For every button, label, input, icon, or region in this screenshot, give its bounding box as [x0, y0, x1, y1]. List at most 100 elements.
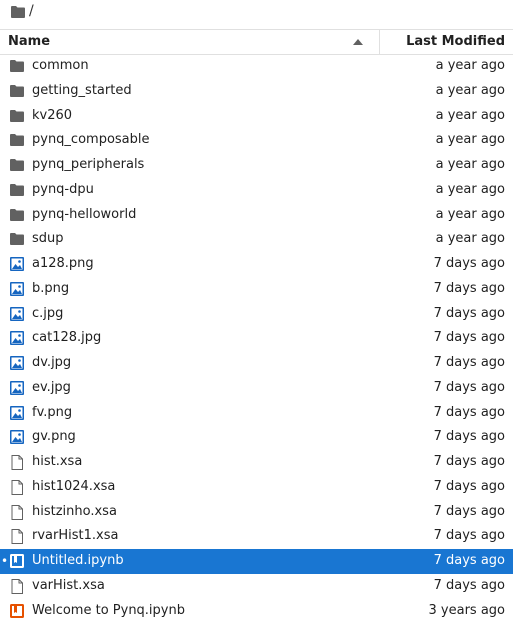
file-name[interactable]: varHist.xsa: [32, 578, 105, 593]
file-name[interactable]: getting_started: [32, 83, 132, 98]
file-row[interactable]: Welcome to Pynq.ipynb 3 years ago: [0, 599, 513, 623]
file-icon: [10, 529, 24, 543]
image-icon: [10, 282, 24, 296]
file-name[interactable]: dv.jpg: [32, 355, 71, 370]
file-modified: a year ago: [436, 132, 505, 147]
image-icon: [10, 331, 24, 345]
file-row[interactable]: fv.png 7 days ago: [0, 401, 513, 426]
file-name[interactable]: cat128.jpg: [32, 330, 101, 345]
file-row[interactable]: a128.png 7 days ago: [0, 252, 513, 277]
file-row[interactable]: sdup a year ago: [0, 227, 513, 252]
breadcrumb-separator[interactable]: /: [29, 3, 34, 19]
file-row[interactable]: ev.jpg 7 days ago: [0, 376, 513, 401]
file-icon: [10, 579, 24, 593]
file-modified: a year ago: [436, 83, 505, 98]
file-row[interactable]: pynq_composable a year ago: [0, 128, 513, 153]
file-modified: a year ago: [436, 157, 505, 172]
pynq-notebook-icon: [10, 604, 24, 618]
file-row[interactable]: common a year ago: [0, 54, 513, 79]
file-icon: [10, 455, 24, 469]
file-icon: [10, 480, 24, 494]
file-name[interactable]: ev.jpg: [32, 380, 71, 395]
folder-icon: [10, 84, 24, 98]
file-row[interactable]: hist1024.xsa 7 days ago: [0, 475, 513, 500]
file-modified: a year ago: [436, 207, 505, 222]
folder-icon: [10, 59, 24, 73]
file-row[interactable]: pynq-dpu a year ago: [0, 178, 513, 203]
file-name[interactable]: histzinho.xsa: [32, 504, 117, 519]
file-name[interactable]: pynq_composable: [32, 132, 150, 147]
folder-icon: [10, 208, 24, 222]
file-row[interactable]: • Untitled.ipynb 7 days ago: [0, 549, 513, 574]
file-name[interactable]: pynq-dpu: [32, 182, 94, 197]
file-row[interactable]: c.jpg 7 days ago: [0, 302, 513, 327]
file-modified: 7 days ago: [434, 306, 505, 321]
running-indicator-icon: •: [1, 554, 8, 568]
file-modified: 7 days ago: [434, 479, 505, 494]
folder-icon[interactable]: [11, 4, 25, 20]
image-icon: [10, 381, 24, 395]
folder-icon: [10, 183, 24, 197]
file-modified: 7 days ago: [434, 355, 505, 370]
file-name[interactable]: rvarHist1.xsa: [32, 528, 118, 543]
file-name[interactable]: sdup: [32, 231, 64, 246]
folder-icon: [10, 133, 24, 147]
notebook-icon: [10, 554, 24, 568]
file-modified: a year ago: [436, 231, 505, 246]
file-name[interactable]: Welcome to Pynq.ipynb: [32, 603, 185, 618]
file-modified: 3 years ago: [429, 603, 505, 618]
file-row[interactable]: b.png 7 days ago: [0, 277, 513, 302]
file-name[interactable]: Untitled.ipynb: [32, 553, 124, 568]
name-column-header[interactable]: Name: [0, 30, 380, 54]
file-row[interactable]: hist.xsa 7 days ago: [0, 450, 513, 475]
file-name[interactable]: b.png: [32, 281, 69, 296]
file-name[interactable]: pynq_peripherals: [32, 157, 144, 172]
last-modified-column-header[interactable]: Last Modified: [406, 34, 505, 49]
file-modified: 7 days ago: [434, 553, 505, 568]
file-modified: 7 days ago: [434, 578, 505, 593]
file-row[interactable]: cat128.jpg 7 days ago: [0, 326, 513, 351]
file-modified: 7 days ago: [434, 454, 505, 469]
image-icon: [10, 257, 24, 271]
file-modified: 7 days ago: [434, 330, 505, 345]
name-column-label: Name: [8, 34, 50, 49]
file-modified: 7 days ago: [434, 429, 505, 444]
file-row[interactable]: pynq-helloworld a year ago: [0, 203, 513, 228]
file-name[interactable]: hist1024.xsa: [32, 479, 115, 494]
file-row[interactable]: histzinho.xsa 7 days ago: [0, 500, 513, 525]
image-icon: [10, 356, 24, 370]
file-name[interactable]: c.jpg: [32, 306, 63, 321]
file-modified: a year ago: [436, 182, 505, 197]
image-icon: [10, 406, 24, 420]
image-icon: [10, 307, 24, 321]
file-row[interactable]: pynq_peripherals a year ago: [0, 153, 513, 178]
file-row[interactable]: kv260 a year ago: [0, 104, 513, 129]
file-name[interactable]: pynq-helloworld: [32, 207, 136, 222]
file-modified: 7 days ago: [434, 256, 505, 271]
folder-icon: [10, 109, 24, 123]
file-modified: a year ago: [436, 108, 505, 123]
file-list-header: Name Last Modified: [0, 29, 513, 55]
file-row[interactable]: rvarHist1.xsa 7 days ago: [0, 524, 513, 549]
file-row[interactable]: varHist.xsa 7 days ago: [0, 574, 513, 599]
file-name[interactable]: common: [32, 58, 89, 73]
file-modified: 7 days ago: [434, 504, 505, 519]
file-modified: 7 days ago: [434, 405, 505, 420]
file-modified: 7 days ago: [434, 528, 505, 543]
file-row[interactable]: getting_started a year ago: [0, 79, 513, 104]
file-name[interactable]: fv.png: [32, 405, 72, 420]
file-row[interactable]: dv.jpg 7 days ago: [0, 351, 513, 376]
file-name[interactable]: hist.xsa: [32, 454, 82, 469]
sort-ascending-icon: [353, 39, 363, 45]
folder-icon: [10, 232, 24, 246]
file-row[interactable]: gv.png 7 days ago: [0, 425, 513, 450]
file-list: commona year agogetting_starteda year ag…: [0, 54, 513, 623]
image-icon: [10, 430, 24, 444]
file-modified: 7 days ago: [434, 281, 505, 296]
breadcrumb: /: [0, 0, 513, 27]
file-modified: a year ago: [436, 58, 505, 73]
file-modified: 7 days ago: [434, 380, 505, 395]
file-name[interactable]: gv.png: [32, 429, 76, 444]
file-name[interactable]: kv260: [32, 108, 72, 123]
file-name[interactable]: a128.png: [32, 256, 94, 271]
